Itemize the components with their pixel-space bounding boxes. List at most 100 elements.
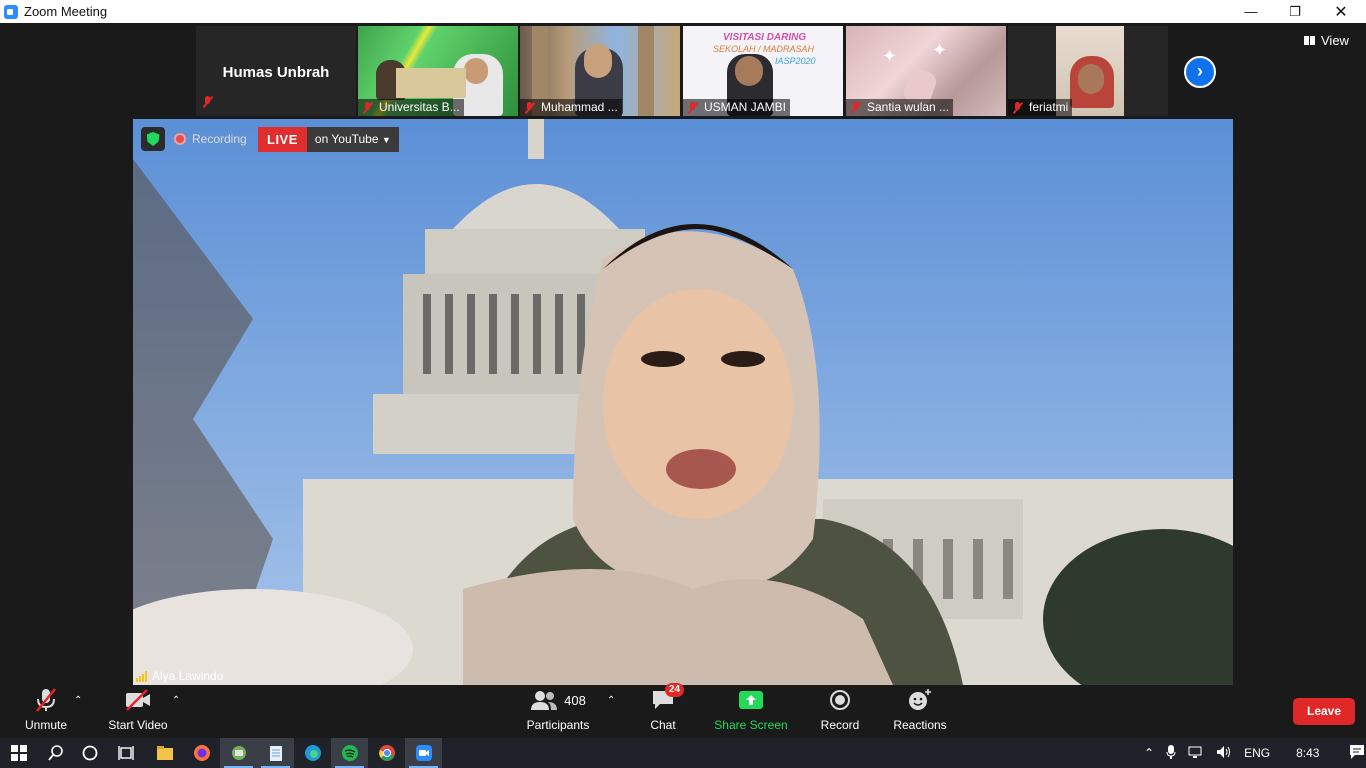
taskbar-app[interactable]: [220, 738, 257, 768]
video-options-caret[interactable]: ⌃: [172, 695, 180, 706]
meeting-toolbar: Unmute ⌃ Start Video ⌃ 408 Participants …: [0, 683, 1366, 738]
zoom-app-icon: [4, 4, 18, 19]
participant-name: Universitas B...: [379, 100, 460, 114]
video-off-icon: [124, 685, 152, 715]
participants-options-caret[interactable]: ⌃: [607, 695, 615, 706]
taskbar-app[interactable]: [146, 738, 183, 768]
reactions-label: Reactions: [893, 718, 947, 732]
windows-taskbar: ⌃ ENG 8:43: [0, 738, 1366, 768]
reactions-smiley-icon: [907, 685, 933, 715]
caret-down-icon: ▼: [381, 135, 391, 145]
participant-name: Muhammad ...: [541, 100, 618, 114]
muted-mic-icon: [362, 101, 374, 114]
participant-tile[interactable]: feriatmi: [1008, 26, 1168, 116]
main-video: Recording LIVE on YouTube ▼ Alya Lawindo: [133, 119, 1233, 685]
firefox-icon: [193, 745, 210, 761]
recording-label: Recording: [192, 132, 247, 146]
participant-tile[interactable]: VISITASI DARING SEKOLAH / MADRASAH IASP2…: [683, 26, 843, 116]
app-icon: [231, 746, 246, 760]
encryption-shield-icon[interactable]: [141, 127, 165, 151]
title-bar: Zoom Meeting — ❐ ✕: [0, 0, 1366, 23]
file-explorer-icon: [156, 746, 173, 760]
chat-unread-badge: 24: [665, 683, 685, 697]
stream-destination-dropdown[interactable]: on YouTube ▼: [306, 127, 399, 152]
edge-icon: [304, 745, 321, 761]
live-tag: LIVE: [258, 127, 307, 152]
live-stream-indicator[interactable]: LIVE on YouTube ▼: [258, 127, 399, 152]
share-screen-button[interactable]: Share Screen: [712, 685, 790, 738]
record-label: Record: [820, 718, 860, 732]
taskbar-app[interactable]: [257, 738, 294, 768]
record-button[interactable]: Record: [816, 685, 864, 738]
muted-microphone-icon: [33, 685, 59, 715]
chat-label: Chat: [650, 718, 676, 732]
participant-tile[interactable]: Universitas B...: [358, 26, 518, 116]
start-video-button[interactable]: Start Video: [104, 685, 172, 738]
grid-view-icon: [1304, 36, 1315, 45]
record-icon: [829, 685, 851, 715]
close-button[interactable]: ✕: [1318, 0, 1364, 23]
view-label: View: [1321, 33, 1349, 48]
spotify-icon: [341, 745, 358, 761]
participant-name: Santia wulan ...: [867, 100, 950, 114]
muted-mic-icon: [524, 101, 536, 114]
stream-destination-label: on YouTube: [314, 132, 379, 146]
notepad-icon: [269, 746, 282, 761]
task-view-button[interactable]: [107, 738, 144, 768]
chat-button[interactable]: 24 Chat: [640, 683, 686, 738]
action-center-icon[interactable]: [1349, 744, 1365, 763]
muted-mic-icon: [850, 101, 862, 114]
muted-mic-icon: [202, 96, 214, 108]
participant-name: USMAN JAMBI: [704, 100, 787, 114]
taskbar-app-zoom[interactable]: [405, 738, 442, 768]
cortana-button[interactable]: [71, 738, 108, 768]
zoom-icon: [415, 745, 432, 761]
unmute-label: Unmute: [24, 718, 68, 732]
muted-mic-icon: [687, 101, 699, 114]
taskbar-app[interactable]: [294, 738, 331, 768]
window-title: Zoom Meeting: [24, 4, 108, 19]
minimize-button[interactable]: —: [1228, 0, 1274, 23]
speaker-name-label: Alya Lawindo: [136, 667, 223, 685]
search-icon: [47, 745, 63, 761]
cortana-circle-icon: [82, 745, 97, 761]
next-page-button[interactable]: ›: [1184, 56, 1216, 88]
active-speaker-tile[interactable]: Humas Unbrah: [196, 26, 356, 116]
task-view-icon: [117, 746, 134, 760]
unmute-button[interactable]: Unmute: [20, 685, 72, 738]
speaker-name: Alya Lawindo: [152, 669, 224, 683]
leave-button[interactable]: Leave: [1293, 698, 1355, 725]
microphone-tray-icon[interactable]: [1166, 744, 1176, 763]
start-button[interactable]: [0, 738, 37, 768]
network-icon[interactable]: [1188, 745, 1204, 762]
share-screen-label: Share Screen: [714, 718, 788, 732]
taskbar-app[interactable]: [183, 738, 220, 768]
recording-dot-icon: [174, 133, 186, 145]
chat-icon: 24: [651, 683, 685, 715]
search-taskbar-button[interactable]: [37, 738, 74, 768]
audio-level-icon: [136, 670, 147, 682]
taskbar-app[interactable]: [331, 738, 368, 768]
input-language[interactable]: ENG: [1244, 746, 1270, 760]
recording-indicator[interactable]: Recording: [174, 129, 247, 149]
clock-time[interactable]: 8:43: [1296, 746, 1319, 760]
gallery-strip: Humas Unbrah Universitas B... Muhammad .…: [0, 23, 1366, 119]
muted-mic-icon: [1012, 101, 1024, 114]
chrome-icon: [378, 745, 395, 761]
start-video-label: Start Video: [108, 718, 168, 732]
participants-button[interactable]: 408 Participants: [524, 685, 592, 738]
maximize-button[interactable]: ❐: [1272, 0, 1318, 23]
share-screen-icon: [738, 685, 764, 715]
windows-logo-icon: [10, 745, 27, 761]
participant-name: feriatmi: [1029, 100, 1069, 114]
taskbar-app[interactable]: [368, 738, 405, 768]
view-button[interactable]: View: [1304, 33, 1349, 48]
show-hidden-icons-chevron-icon[interactable]: ⌃: [1144, 746, 1154, 760]
participants-count: 408: [564, 692, 586, 708]
participants-label: Participants: [526, 718, 590, 732]
audio-options-caret[interactable]: ⌃: [74, 695, 82, 706]
participant-tile[interactable]: ✦ ✦ Santia wulan ...: [846, 26, 1006, 116]
volume-icon[interactable]: [1216, 745, 1232, 762]
participant-tile[interactable]: Muhammad ...: [520, 26, 680, 116]
reactions-button[interactable]: Reactions: [890, 685, 950, 738]
